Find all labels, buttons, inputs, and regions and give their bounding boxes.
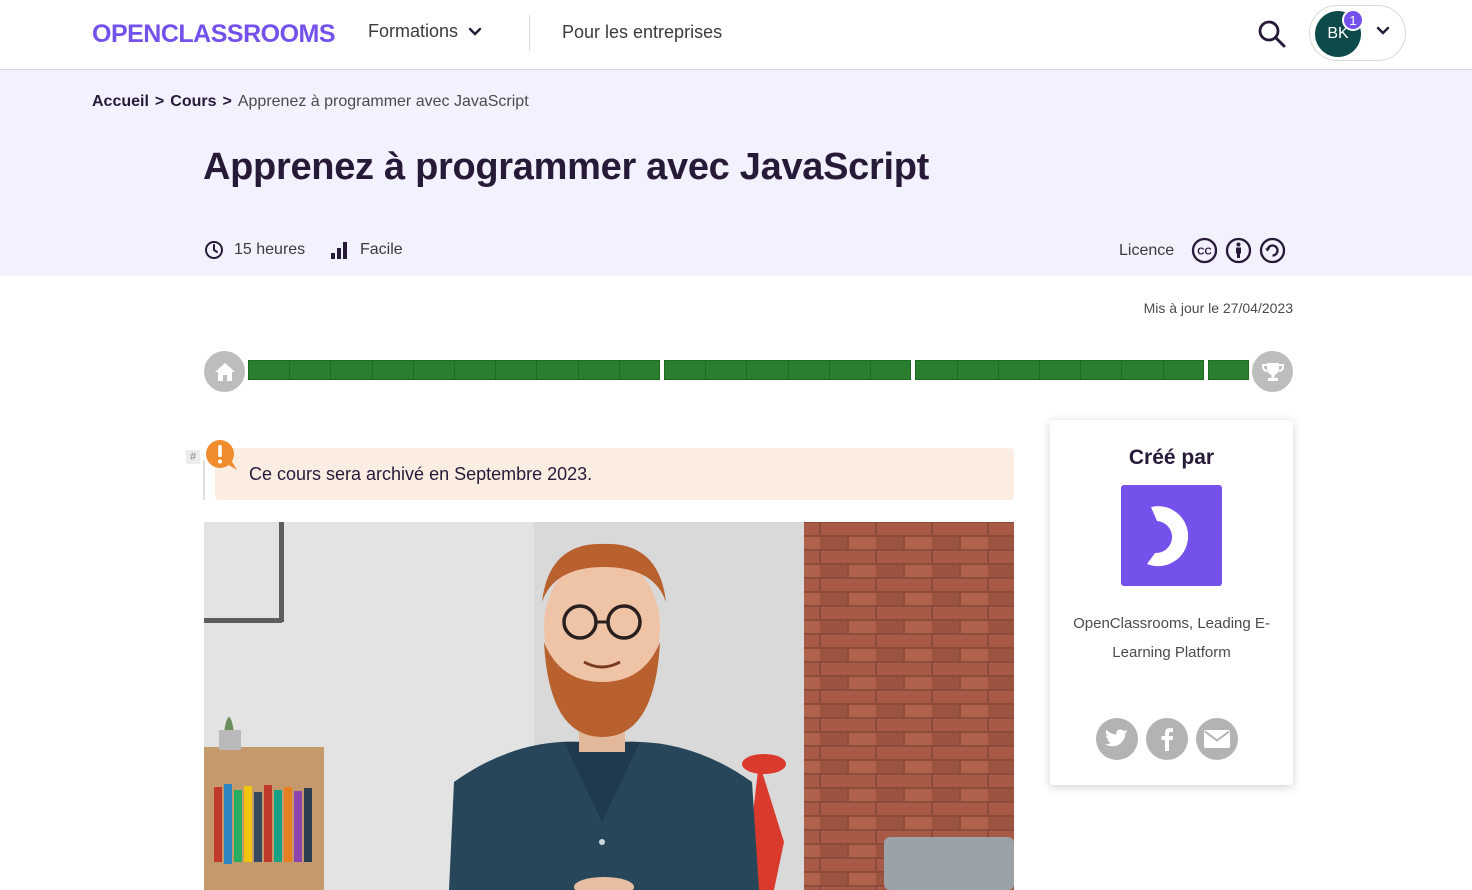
page-title: Apprenez à programmer avec JavaScript xyxy=(203,146,930,188)
duration-text: 15 heures xyxy=(234,241,306,258)
attribution-icon[interactable] xyxy=(1225,237,1252,264)
svg-text:CC: CC xyxy=(1197,247,1211,258)
difficulty-text: Facile xyxy=(360,241,403,258)
course-progress-bar xyxy=(204,351,1293,392)
course-hero: Accueil > Cours > Apprenez à programmer … xyxy=(0,70,1472,276)
creator-name-link[interactable]: OpenClassrooms, Leading E-Learning Platf… xyxy=(1070,609,1273,667)
nav-divider xyxy=(529,15,530,51)
creative-commons-icon[interactable]: CC xyxy=(1191,237,1218,264)
formations-label: Formations xyxy=(368,21,459,41)
breadcrumb-courses-link[interactable]: Cours xyxy=(170,93,216,111)
breadcrumb-current: Apprenez à programmer avec JavaScript xyxy=(237,93,529,110)
twitter-icon xyxy=(1105,729,1128,747)
share-buttons xyxy=(1096,718,1238,760)
clock-icon xyxy=(205,241,223,259)
share-facebook-button[interactable] xyxy=(1146,718,1188,760)
chevron-down-icon xyxy=(1376,26,1390,35)
user-menu-button[interactable]: BK 1 xyxy=(1309,5,1406,61)
creator-title: Créé par xyxy=(1128,446,1215,469)
openclassrooms-mark-icon xyxy=(1147,506,1189,567)
creator-logo[interactable] xyxy=(1121,485,1222,586)
warning-icon xyxy=(206,440,237,470)
course-video[interactable] xyxy=(204,522,1014,890)
course-end-button[interactable] xyxy=(1252,351,1293,392)
trophy-icon xyxy=(1261,362,1284,381)
top-navigation-bar: OPENCLASSROOMS Formations Pour les entre… xyxy=(0,0,1472,70)
licence-section: Licence CC xyxy=(1119,237,1286,264)
instructor-video-frame xyxy=(204,522,1014,890)
breadcrumb-separator: > xyxy=(222,93,232,110)
share-alike-icon[interactable] xyxy=(1259,237,1286,264)
last-updated: Mis à jour le 27/04/2023 xyxy=(1143,300,1293,316)
chevron-down-icon xyxy=(468,27,482,36)
creator-card: Créé par OpenClassrooms, Leading E-Learn… xyxy=(1050,420,1293,785)
progress-part-3[interactable] xyxy=(915,360,1204,380)
difficulty-bars-icon xyxy=(331,242,347,259)
breadcrumb-separator: > xyxy=(154,93,165,110)
breadcrumb-home-link[interactable]: Accueil xyxy=(92,93,149,111)
breadcrumb: Accueil > Cours > Apprenez à programmer … xyxy=(92,93,529,111)
search-icon[interactable] xyxy=(1256,18,1288,50)
progress-part-4[interactable] xyxy=(1207,360,1249,380)
licence-label: Licence xyxy=(1119,241,1175,259)
course-duration: 15 heures xyxy=(204,240,305,260)
share-twitter-button[interactable] xyxy=(1096,718,1138,760)
home-icon xyxy=(214,362,235,381)
openclassrooms-logo[interactable]: OPENCLASSROOMS xyxy=(92,19,336,49)
course-difficulty: Facile xyxy=(330,240,403,260)
notification-badge: 1 xyxy=(1342,9,1364,31)
share-email-button[interactable] xyxy=(1196,718,1238,760)
progress-part-2[interactable] xyxy=(664,360,912,380)
alert-message: Ce cours sera archivé en Septembre 2023. xyxy=(215,448,1014,500)
anchor-hash[interactable]: # xyxy=(186,450,200,464)
enterprise-link[interactable]: Pour les entreprises xyxy=(562,22,722,43)
formations-menu[interactable]: Formations xyxy=(368,21,482,42)
course-home-button[interactable] xyxy=(204,351,245,392)
progress-part-1[interactable] xyxy=(248,360,661,380)
email-icon xyxy=(1204,730,1230,748)
facebook-icon xyxy=(1161,728,1173,751)
